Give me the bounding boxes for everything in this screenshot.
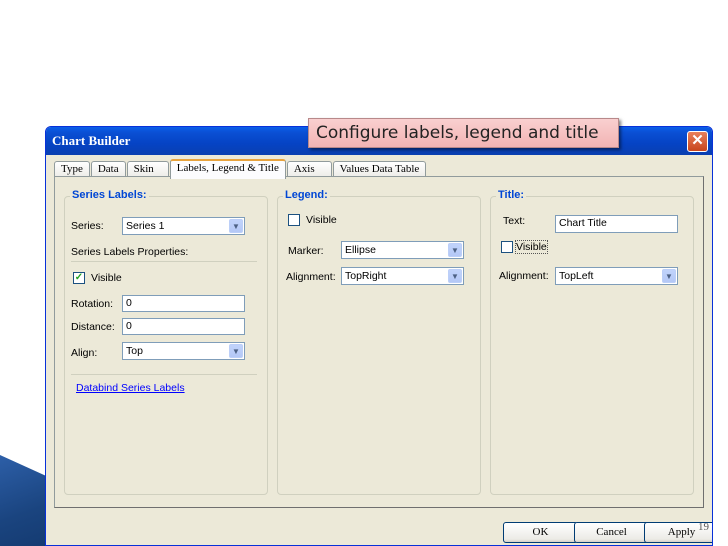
legend-group: Legend: Visible Marker: Ellipse ▼ Alignm… [277,189,481,495]
legend-heading: Legend: [283,189,330,201]
series-labels-heading: Series Labels: [70,189,149,201]
series-select[interactable]: Series 1 ▼ [122,217,245,235]
rotation-input[interactable]: 0 [122,295,245,312]
chevron-down-icon[interactable]: ▼ [448,269,462,283]
title-alignment-value: TopLeft [559,270,594,282]
title-group: Title: Text: Chart Title Visible Alignme… [490,189,694,495]
legend-visible-checkbox[interactable] [288,214,300,226]
rotation-label: Rotation: [71,298,114,310]
ok-button[interactable]: OK [503,522,578,543]
marker-label: Marker: [288,245,324,257]
chevron-down-icon[interactable]: ▼ [448,243,462,257]
tab-strip: Type Data Skin Labels, Legend & Title Ax… [54,159,427,179]
divider [71,261,257,262]
page-number: 19 [698,521,709,533]
series-labels-group: Series Labels: Series: Series 1 ▼ Series… [64,189,268,495]
cancel-button[interactable]: Cancel [574,522,649,543]
chevron-down-icon[interactable]: ▼ [662,269,676,283]
chevron-down-icon[interactable]: ▼ [229,219,243,233]
title-alignment-select[interactable]: TopLeft ▼ [555,267,678,285]
marker-value: Ellipse [345,244,376,256]
legend-alignment-label: Alignment: [286,271,336,283]
legend-visible-label: Visible [306,214,337,226]
close-button[interactable]: ✕ [687,131,708,152]
tab-labels-legend-title[interactable]: Labels, Legend & Title [169,159,286,179]
series-label: Series: [71,220,104,232]
title-visible-label: Visible [515,240,548,254]
align-select[interactable]: Top ▼ [122,342,245,360]
chart-builder-dialog: Chart Builder ✕ Type Data Skin Labels, L… [45,126,713,546]
distance-input[interactable]: 0 [122,318,245,335]
title-alignment-label: Alignment: [499,270,549,282]
checkmark-icon: ✓ [74,272,84,283]
close-icon: ✕ [691,133,704,149]
legend-alignment-select[interactable]: TopRight ▼ [341,267,464,285]
divider [71,374,257,375]
align-label: Align: [71,347,98,359]
title-text-input[interactable]: Chart Title [555,215,678,233]
marker-select[interactable]: Ellipse ▼ [341,241,464,259]
title-visible-checkbox[interactable] [501,241,513,253]
tab-panel: Series Labels: Series: Series 1 ▼ Series… [54,176,704,508]
databind-series-labels-link[interactable]: Databind Series Labels [76,382,185,394]
dialog-title: Chart Builder [52,133,131,148]
title-text-label: Text: [503,215,526,227]
series-visible-label: Visible [91,272,122,284]
series-labels-properties-label: Series Labels Properties: [71,246,189,258]
chevron-down-icon[interactable]: ▼ [229,344,243,358]
series-visible-checkbox[interactable]: ✓ [73,272,85,284]
legend-alignment-value: TopRight [345,270,387,282]
series-value: Series 1 [126,220,165,232]
title-heading: Title: [496,189,527,201]
align-value: Top [126,345,143,357]
callout-banner: Configure labels, legend and title [308,118,619,148]
distance-label: Distance: [71,321,115,333]
